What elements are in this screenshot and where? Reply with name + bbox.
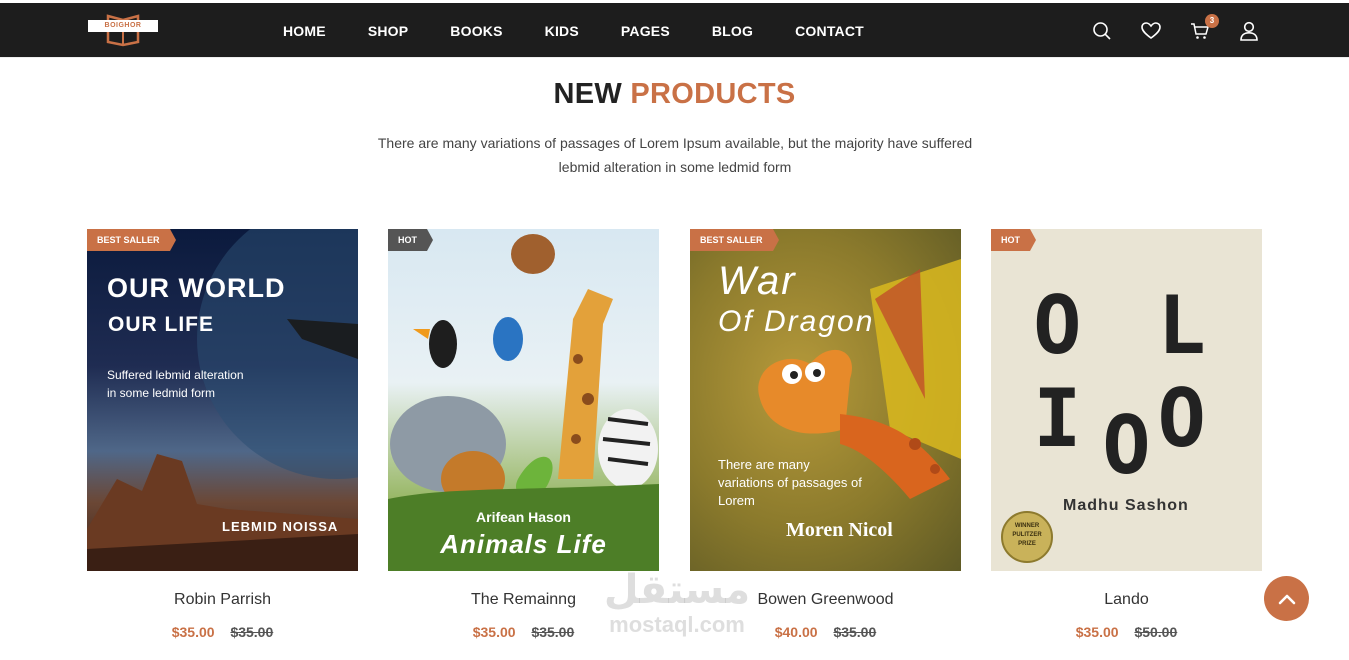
- nav-kids[interactable]: KIDS: [524, 23, 600, 39]
- cover-author: Madhu Sashon: [1063, 497, 1189, 514]
- product-price: $35.00: [1075, 624, 1119, 640]
- cover-blurb-line2: in some ledmid form: [107, 386, 216, 400]
- product-tag: HOT: [388, 229, 433, 251]
- nav-shop[interactable]: SHOP: [347, 23, 429, 39]
- main-nav: HOME SHOP BOOKS KIDS PAGES BLOG CONTACT: [262, 3, 885, 58]
- product-price: $35.00: [472, 624, 516, 640]
- seal-line3: PRIZE: [1018, 541, 1036, 547]
- section-title: NEW PRODUCTS: [0, 78, 1349, 111]
- cover-blurb-line3: Lorem: [718, 493, 755, 508]
- cover-subtitle: Of Dragon: [718, 305, 875, 338]
- product-price: $40.00: [774, 624, 818, 640]
- cover-blurb-line1: Suffered lebmid alteration: [107, 368, 244, 382]
- site-logo[interactable]: BOIGHOR: [88, 12, 158, 48]
- chevron-up-icon: [1278, 594, 1295, 604]
- cover-author: Moren Nicol: [786, 519, 893, 541]
- cover-subtitle: OUR LIFE: [108, 313, 214, 336]
- product-name[interactable]: Robin Parrish: [87, 591, 358, 609]
- product-tag: HOT: [991, 229, 1036, 251]
- nav-pages[interactable]: PAGES: [600, 23, 691, 39]
- cover-title: OUR WORLD: [107, 273, 286, 303]
- section-title-part2: PRODUCTS: [630, 78, 796, 110]
- search-button[interactable]: [1090, 19, 1114, 43]
- section-description: There are many variations of passages of…: [377, 135, 973, 175]
- price-row: $35.00 $35.00: [87, 624, 358, 640]
- account-button[interactable]: [1237, 19, 1261, 43]
- product-price: $35.00: [171, 624, 215, 640]
- cover-blurb-line1: There are many: [718, 457, 810, 472]
- cover-blurb-line2: variations of passages of: [718, 475, 862, 490]
- cover-title: Animals Life: [440, 529, 607, 559]
- nav-books[interactable]: BOOKS: [429, 23, 523, 39]
- search-icon: [1093, 21, 1111, 40]
- product-old-price: $35.00: [531, 624, 575, 640]
- product-card[interactable]: OUR WORLD OUR LIFE Suffered lebmid alter…: [87, 229, 358, 640]
- watermark: مستقل mostaql.com: [592, 568, 762, 638]
- cart-count-badge: 3: [1205, 13, 1219, 28]
- price-row: $35.00 $50.00: [991, 624, 1262, 640]
- section-title-part1: NEW: [553, 78, 623, 110]
- product-cover[interactable]: War Of Dragon There are many variations …: [690, 229, 961, 571]
- logo-text: BOIGHOR: [88, 20, 158, 32]
- site-header: BOIGHOR HOME SHOP BOOKS KIDS PAGES BLOG …: [0, 3, 1349, 58]
- watermark-arabic: مستقل: [603, 567, 751, 613]
- nav-blog[interactable]: BLOG: [691, 23, 774, 39]
- cover-title-row2: O: [1102, 399, 1151, 492]
- product-cover[interactable]: Arifean Hason Animals Life HOT: [388, 229, 659, 571]
- product-card[interactable]: Arifean Hason Animals Life HOT The Remai…: [388, 229, 659, 640]
- cover-author: Arifean Hason: [476, 509, 571, 525]
- product-tag: BEST SALLER: [87, 229, 175, 251]
- product-old-price: $35.00: [833, 624, 877, 640]
- watermark-latin: mostaql.com: [609, 612, 745, 637]
- award-seal: WINNER PULITZER PRIZE: [1001, 511, 1053, 563]
- product-old-price: $50.00: [1134, 624, 1178, 640]
- header-actions: 3: [1065, 3, 1261, 58]
- cover-author: LEBMID NOISSA: [222, 519, 339, 534]
- product-tag: BEST SALLER: [690, 229, 778, 251]
- nav-contact[interactable]: CONTACT: [774, 23, 885, 39]
- cart-button[interactable]: 3: [1188, 13, 1219, 43]
- product-cover[interactable]: O L I O O Madhu Sashon WINNER PULITZER P…: [991, 229, 1262, 571]
- seal-line2: PULITZER: [1012, 532, 1042, 538]
- product-card[interactable]: O L I O O Madhu Sashon WINNER PULITZER P…: [991, 229, 1262, 640]
- product-cover[interactable]: OUR WORLD OUR LIFE Suffered lebmid alter…: [87, 229, 358, 571]
- cover-title: War: [718, 259, 797, 303]
- heart-icon: [1141, 21, 1161, 39]
- scroll-to-top-button[interactable]: [1264, 576, 1309, 621]
- product-card[interactable]: War Of Dragon There are many variations …: [690, 229, 961, 640]
- nav-home[interactable]: HOME: [262, 23, 347, 39]
- product-old-price: $35.00: [230, 624, 274, 640]
- product-name[interactable]: Lando: [991, 591, 1262, 609]
- wishlist-button[interactable]: [1139, 19, 1163, 43]
- seal-line1: WINNER: [1014, 523, 1040, 529]
- user-icon: [1240, 21, 1258, 41]
